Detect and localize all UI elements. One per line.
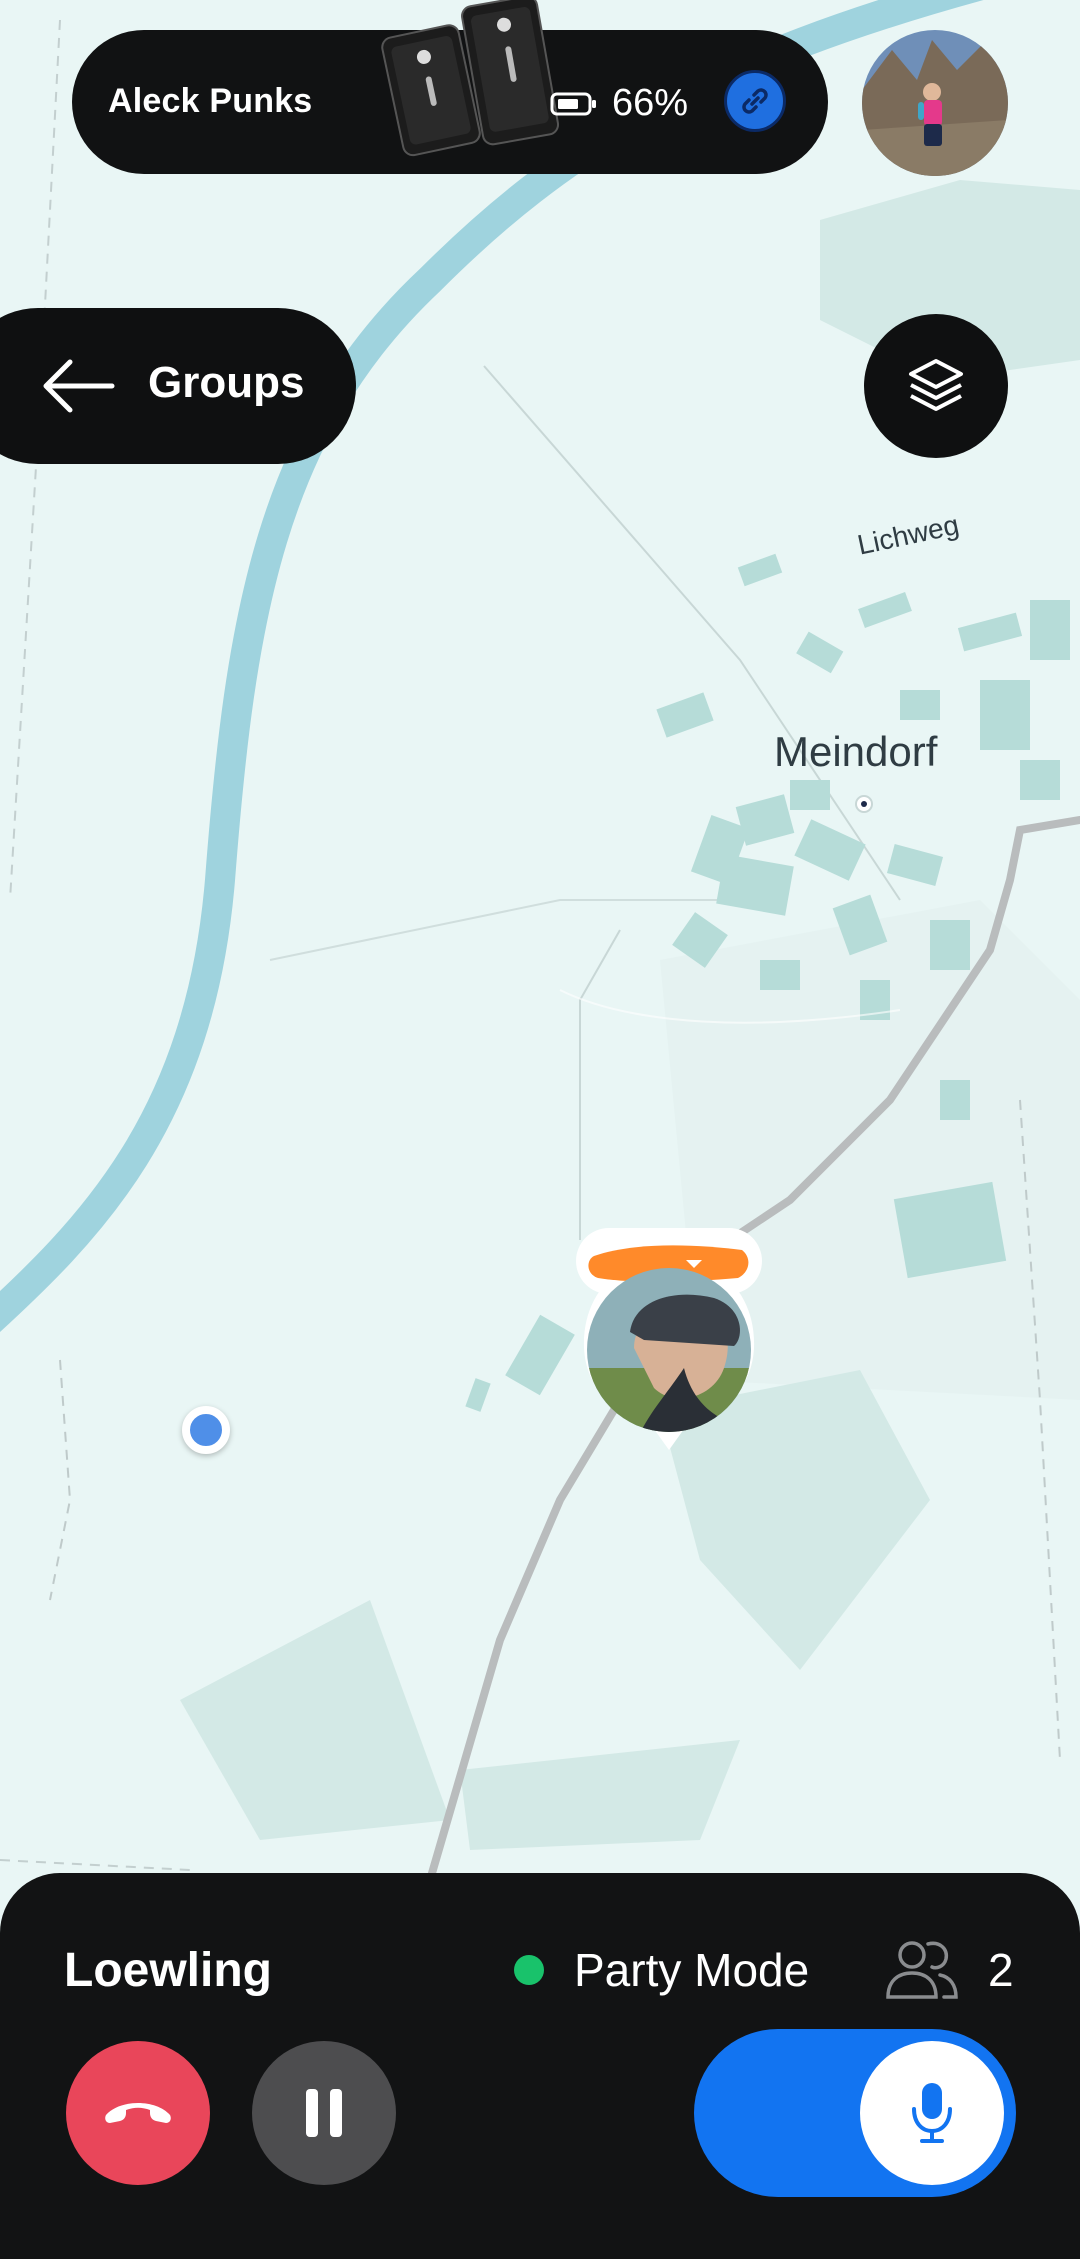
place-label: Meindorf [774, 728, 938, 775]
battery-indicator: 66% [550, 82, 688, 125]
arrow-left-icon [43, 359, 115, 413]
microphone-icon [912, 2083, 952, 2143]
pause-icon [306, 2089, 342, 2137]
hangup-button[interactable] [66, 2041, 210, 2185]
people-icon [886, 1941, 958, 1999]
device-status-pill[interactable]: Aleck Punks 66% [72, 0, 828, 174]
device-image [381, 0, 560, 157]
avatar-photo [862, 30, 1008, 176]
phone-hangup-icon [105, 2103, 171, 2123]
battery-level: 66% [612, 82, 689, 124]
pause-button[interactable] [252, 2041, 396, 2185]
link-button[interactable] [724, 70, 786, 132]
group-name: Loewling [64, 1944, 272, 1997]
microphone-toggle[interactable] [694, 2029, 1016, 2197]
my-location-dot [182, 1406, 230, 1454]
battery-icon [550, 92, 596, 115]
map-layers-button[interactable] [864, 314, 1008, 458]
group-call-panel: Loewling Party Mode 2 [0, 1873, 1080, 2259]
user-avatar[interactable] [862, 30, 1008, 176]
groups-label: Groups [148, 358, 305, 407]
device-name: Aleck Punks [108, 82, 313, 120]
mode-label[interactable]: Party Mode [574, 1943, 809, 1997]
place-marker-dot [855, 795, 873, 813]
microphone-toggle-knob[interactable] [860, 2041, 1004, 2185]
groups-back-button[interactable]: Groups [0, 308, 356, 464]
participants-count: 2 [988, 1944, 1014, 1996]
layers-icon [909, 359, 963, 411]
mode-status-dot [514, 1955, 544, 1985]
link-icon [742, 88, 768, 114]
friend-location-marker[interactable] [574, 1228, 764, 1458]
